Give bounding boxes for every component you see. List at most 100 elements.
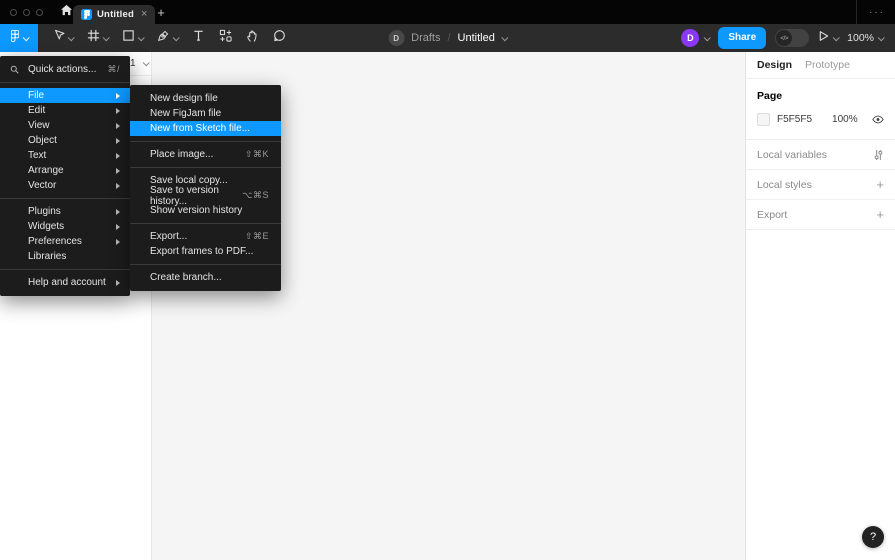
overflow-menu-icon[interactable]: ···	[869, 7, 885, 18]
pen-tool-button[interactable]	[150, 24, 185, 52]
local-variables-row[interactable]: Local variables	[746, 140, 895, 170]
local-styles-row[interactable]: Local styles +	[746, 170, 895, 200]
text-tool-button[interactable]	[185, 24, 212, 52]
tab-design[interactable]: Design	[757, 59, 792, 71]
menu-item-export-frames-to-pdf[interactable]: Export frames to PDF...	[130, 244, 281, 259]
minimize-window-button[interactable]	[23, 9, 30, 16]
quick-actions-label: Quick actions...	[28, 64, 96, 75]
menu-item-show-version-history[interactable]: Show version history	[130, 203, 281, 218]
user-avatar[interactable]: D	[681, 29, 699, 47]
breadcrumb-filename[interactable]: Untitled	[458, 32, 495, 44]
menu-item-place-image[interactable]: Place image... ⇧⌘K	[130, 147, 281, 162]
chevron-down-icon	[68, 34, 75, 41]
menu-item-arrange[interactable]: Arrange	[0, 163, 130, 178]
menu-separator	[0, 198, 130, 199]
frame-tool-icon	[87, 29, 100, 47]
page-color-opacity[interactable]: 100%	[832, 114, 858, 125]
menu-item-export[interactable]: Export... ⇧⌘E	[130, 229, 281, 244]
submenu-arrow-icon	[116, 183, 120, 189]
search-icon	[10, 65, 19, 77]
shape-tool-button[interactable]	[115, 24, 150, 52]
submenu-arrow-icon	[116, 123, 120, 129]
file-breadcrumb[interactable]: D Drafts / Untitled	[388, 24, 507, 52]
dev-mode-toggle[interactable]: </>	[775, 29, 809, 47]
zoom-window-button[interactable]	[36, 9, 43, 16]
submenu-arrow-icon	[116, 108, 120, 114]
resources-button[interactable]	[212, 24, 239, 52]
comment-tool-button[interactable]	[266, 24, 293, 52]
menu-item-help-and-account[interactable]: Help and account	[0, 275, 130, 290]
menu-item-preferences[interactable]: Preferences	[0, 234, 130, 249]
page-color-hex[interactable]: F5F5F5	[777, 114, 812, 125]
submenu-arrow-icon	[116, 224, 120, 230]
zoom-level: 100%	[847, 32, 874, 44]
properties-panel: Design Prototype Page F5F5F5 100% Local …	[745, 52, 895, 560]
new-tab-button[interactable]: +	[150, 0, 172, 24]
menu-item-new-from-sketch-file[interactable]: New from Sketch file...	[130, 121, 281, 136]
help-button[interactable]: ?	[862, 526, 884, 548]
frame-tool-button[interactable]	[80, 24, 115, 52]
chevron-down-icon[interactable]	[142, 59, 149, 66]
menu-item-view[interactable]: View	[0, 118, 130, 133]
quick-actions-shortcut: ⌘/	[107, 64, 120, 75]
tab-close-icon[interactable]: ×	[141, 9, 147, 20]
traffic-lights	[10, 9, 43, 16]
main-menu-dropdown: Quick actions... ⌘/ File Edit View Objec…	[0, 56, 130, 296]
menu-item-plugins[interactable]: Plugins	[0, 204, 130, 219]
chevron-down-icon	[878, 34, 885, 41]
add-style-icon[interactable]: +	[876, 177, 884, 192]
variables-sliders-icon[interactable]	[873, 149, 884, 161]
close-window-button[interactable]	[10, 9, 17, 16]
figma-logo-icon	[11, 29, 19, 47]
tab-title: Untitled	[97, 9, 134, 20]
breadcrumb-project[interactable]: Drafts	[411, 32, 440, 44]
present-button[interactable]	[818, 29, 838, 47]
export-row[interactable]: Export +	[746, 200, 895, 230]
menu-item-vector[interactable]: Vector	[0, 178, 130, 193]
figma-file-badge-icon	[81, 9, 92, 20]
local-styles-label: Local styles	[757, 179, 812, 191]
move-tool-button[interactable]	[46, 24, 80, 52]
zoom-menu[interactable]: 100%	[847, 32, 883, 44]
resources-icon	[219, 29, 232, 47]
menu-separator	[130, 167, 281, 168]
menu-separator	[130, 223, 281, 224]
menu-item-file[interactable]: File	[0, 88, 130, 103]
titlebar-divider	[856, 0, 857, 24]
menu-item-libraries[interactable]: Libraries	[0, 249, 130, 264]
menu-item-create-branch[interactable]: Create branch...	[130, 270, 281, 285]
home-icon	[60, 3, 73, 21]
menu-item-widgets[interactable]: Widgets	[0, 219, 130, 234]
main-menu-button[interactable]	[0, 24, 38, 52]
tab-prototype[interactable]: Prototype	[805, 59, 850, 71]
menu-separator	[0, 269, 130, 270]
page-section-label: Page	[757, 90, 884, 102]
visibility-eye-icon[interactable]	[872, 115, 884, 124]
submenu-arrow-icon	[116, 209, 120, 215]
drafts-avatar: D	[388, 30, 404, 46]
user-menu[interactable]: D	[681, 29, 709, 47]
add-export-icon[interactable]: +	[876, 207, 884, 222]
hand-tool-button[interactable]	[239, 24, 266, 52]
share-button[interactable]: Share	[718, 27, 766, 49]
tab-untitled[interactable]: Untitled ×	[73, 5, 155, 24]
menu-item-new-design-file[interactable]: New design file	[130, 91, 281, 106]
submenu-arrow-icon	[116, 138, 120, 144]
file-submenu: New design file New FigJam file New from…	[130, 85, 281, 291]
menu-separator	[130, 264, 281, 265]
chevron-down-icon[interactable]	[502, 34, 509, 41]
menu-item-edit[interactable]: Edit	[0, 103, 130, 118]
menu-item-object[interactable]: Object	[0, 133, 130, 148]
menu-item-new-figjam-file[interactable]: New FigJam file	[130, 106, 281, 121]
submenu-arrow-icon	[116, 280, 120, 286]
menu-item-quick-actions[interactable]: Quick actions... ⌘/	[0, 62, 130, 77]
menu-item-text[interactable]: Text	[0, 148, 130, 163]
chevron-down-icon	[103, 34, 110, 41]
chevron-down-icon	[173, 34, 180, 41]
submenu-arrow-icon	[116, 153, 120, 159]
rectangle-tool-icon	[122, 29, 135, 47]
window-titlebar: Untitled × + ···	[0, 0, 895, 24]
submenu-arrow-icon	[116, 93, 120, 99]
menu-item-save-to-version-history[interactable]: Save to version history... ⌥⌘S	[130, 188, 281, 203]
page-color-swatch[interactable]	[757, 113, 770, 126]
